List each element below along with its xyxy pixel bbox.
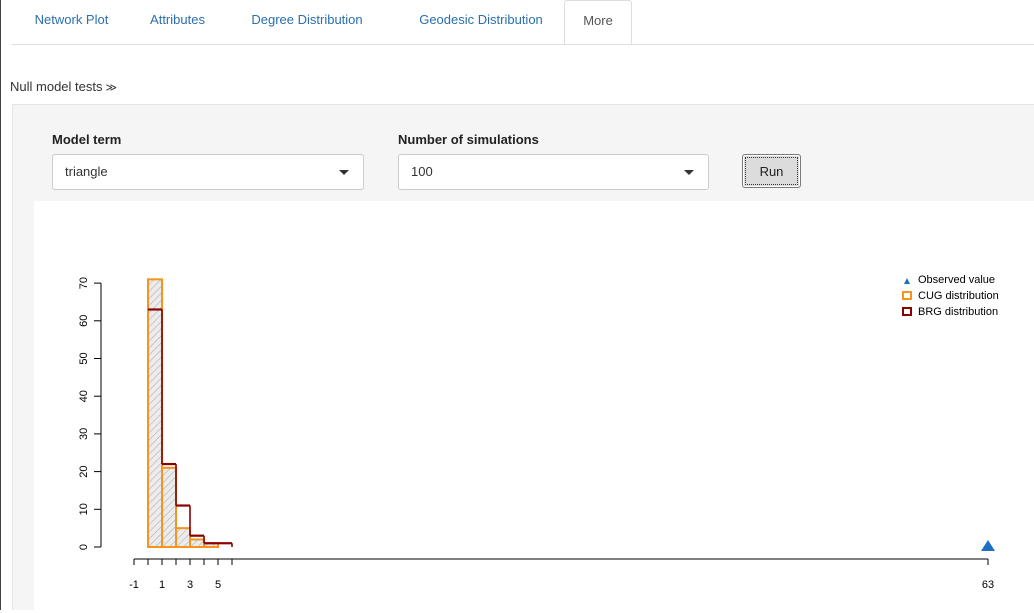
legend-observed-label: Observed value — [918, 274, 995, 286]
y-tick-label: 30 — [78, 428, 90, 440]
num-sims-label: Number of simulations — [398, 132, 539, 147]
observed-value-marker — [981, 540, 995, 551]
y-tick-label: 10 — [78, 503, 90, 515]
y-tick-label: 60 — [78, 315, 90, 327]
chevron-double-down-icon: ≫ — [105, 82, 117, 94]
y-tick-label: 20 — [78, 465, 90, 477]
legend-brg-label: BRG distribution — [918, 306, 998, 318]
y-tick-label: 70 — [78, 277, 90, 289]
num-sims-value: 100 — [411, 164, 433, 179]
legend-observed-symbol — [904, 278, 910, 284]
y-tick-label: 40 — [78, 390, 90, 402]
histogram-chart: 0 10 20 30 40 50 60 70 -1 1 3 5 63 Observed value CU… — [78, 274, 999, 591]
x-tick-label: 5 — [215, 579, 221, 591]
y-tick-label: 0 — [78, 544, 90, 550]
x-tick-label: 1 — [159, 579, 165, 591]
caret-down-icon — [339, 170, 349, 175]
legend-cug-label: CUG distribution — [918, 290, 999, 302]
tab-degree-distribution[interactable]: Degree Distribution — [234, 0, 380, 44]
cug-bar — [175, 527, 191, 548]
section-title: Null model tests — [10, 79, 103, 94]
app-frame: Network Plot Attributes Degree Distribut… — [0, 0, 1034, 610]
plot-area: 0 10 20 30 40 50 60 70 -1 1 3 5 63 Observed value CU… — [34, 201, 1034, 610]
run-button[interactable]: Run — [742, 154, 801, 188]
cug-bar — [147, 278, 163, 549]
x-tick-label: -1 — [129, 579, 139, 591]
caret-down-icon — [684, 170, 694, 175]
model-term-select[interactable]: triangle — [52, 154, 364, 190]
tab-geodesic-distribution[interactable]: Geodesic Distribution — [398, 0, 564, 44]
model-term-label: Model term — [52, 132, 122, 147]
window-border — [0, 0, 1, 610]
legend-cug-symbol — [902, 291, 912, 300]
tab-more[interactable]: More — [564, 0, 632, 44]
num-sims-select[interactable]: 100 — [398, 154, 709, 190]
null-model-tests-toggle[interactable]: Null model tests ≫ — [10, 79, 117, 94]
model-term-value: triangle — [65, 164, 108, 179]
legend-brg-symbol — [902, 307, 912, 316]
tab-bar: Network Plot Attributes Degree Distribut… — [12, 0, 1034, 45]
tab-network-plot[interactable]: Network Plot — [12, 0, 131, 44]
cug-bar — [189, 538, 205, 548]
tab-attributes[interactable]: Attributes — [134, 0, 221, 44]
y-tick-label: 50 — [78, 352, 90, 364]
cug-bar — [161, 466, 177, 548]
x-tick-label: 63 — [982, 579, 994, 591]
x-tick-label: 3 — [187, 579, 193, 591]
